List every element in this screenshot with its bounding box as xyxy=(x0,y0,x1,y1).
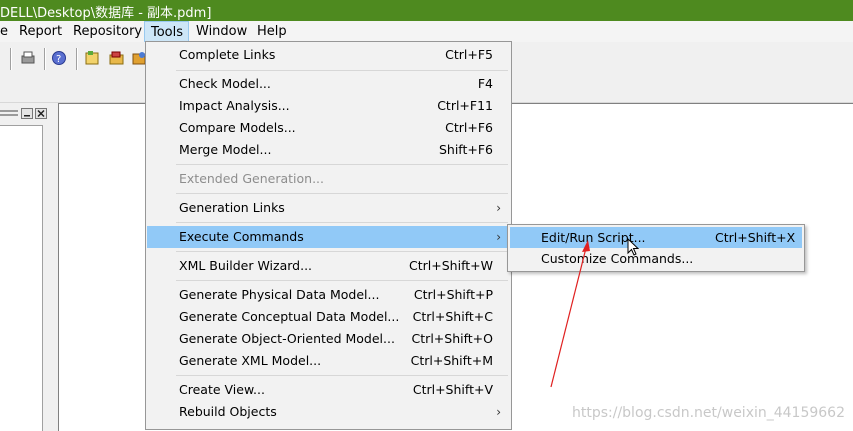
annotation-arrow xyxy=(550,240,590,388)
mouse-cursor-icon xyxy=(627,238,640,256)
watermark: https://blog.csdn.net/weixin_44159662 xyxy=(571,405,845,421)
